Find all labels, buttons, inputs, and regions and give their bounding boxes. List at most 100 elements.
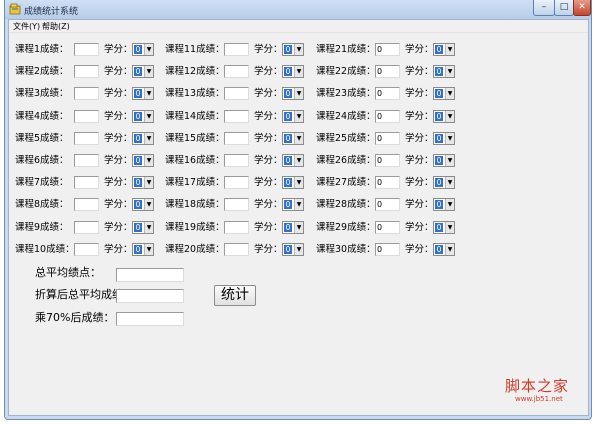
credit-select[interactable]: 0 ▼	[132, 87, 154, 100]
maximize-button[interactable]: □	[554, 0, 574, 16]
course-grade-input[interactable]	[224, 43, 249, 56]
credit-select[interactable]: 0 ▼	[132, 243, 154, 256]
chevron-down-icon[interactable]: ▼	[445, 155, 454, 166]
course-grade-input[interactable]	[74, 176, 99, 189]
minimize-button[interactable]: –	[533, 0, 555, 16]
credit-select[interactable]: 0 ▼	[282, 132, 304, 145]
converted-average-field[interactable]	[116, 289, 184, 303]
menu-file[interactable]: 文件(Y)	[13, 21, 40, 32]
chevron-down-icon[interactable]: ▼	[445, 199, 454, 210]
menu-help[interactable]: 帮助(Z)	[42, 21, 70, 32]
credit-select[interactable]: 0 ▼	[433, 87, 455, 100]
credit-select[interactable]: 0 ▼	[132, 221, 154, 234]
chevron-down-icon[interactable]: ▼	[445, 177, 454, 188]
credit-select[interactable]: 0 ▼	[282, 87, 304, 100]
chevron-down-icon[interactable]: ▼	[144, 44, 153, 55]
course-grade-input[interactable]	[224, 132, 249, 145]
credit-select[interactable]: 0 ▼	[282, 243, 304, 256]
chevron-down-icon[interactable]: ▼	[445, 111, 454, 122]
course-grade-input[interactable]: 0	[375, 176, 400, 189]
course-grade-input[interactable]	[74, 87, 99, 100]
chevron-down-icon[interactable]: ▼	[294, 244, 303, 255]
credit-select[interactable]: 0 ▼	[282, 65, 304, 78]
chevron-down-icon[interactable]: ▼	[445, 244, 454, 255]
chevron-down-icon[interactable]: ▼	[144, 177, 153, 188]
course-grade-input[interactable]	[74, 243, 99, 256]
chevron-down-icon[interactable]: ▼	[445, 133, 454, 144]
course-grade-input[interactable]	[224, 243, 249, 256]
course-grade-input[interactable]	[224, 176, 249, 189]
credit-select[interactable]: 0 ▼	[132, 154, 154, 167]
credit-select[interactable]: 0 ▼	[433, 221, 455, 234]
chevron-down-icon[interactable]: ▼	[144, 111, 153, 122]
course-grade-input[interactable]	[74, 43, 99, 56]
credit-select[interactable]: 0 ▼	[132, 198, 154, 211]
chevron-down-icon[interactable]: ▼	[294, 111, 303, 122]
course-grade-input[interactable]	[224, 221, 249, 234]
credit-select[interactable]: 0 ▼	[433, 65, 455, 78]
gpa-field[interactable]	[116, 268, 184, 282]
chevron-down-icon[interactable]: ▼	[144, 66, 153, 77]
course-grade-input[interactable]	[224, 110, 249, 123]
course-grade-input[interactable]	[74, 110, 99, 123]
chevron-down-icon[interactable]: ▼	[294, 44, 303, 55]
credit-select[interactable]: 0 ▼	[282, 110, 304, 123]
calculate-button[interactable]: 统计	[214, 285, 256, 306]
credit-select[interactable]: 0 ▼	[282, 43, 304, 56]
course-grade-input[interactable]	[74, 154, 99, 167]
chevron-down-icon[interactable]: ▼	[294, 199, 303, 210]
chevron-down-icon[interactable]: ▼	[445, 44, 454, 55]
course-grade-input[interactable]	[224, 65, 249, 78]
course-grade-input[interactable]	[224, 154, 249, 167]
course-grade-input[interactable]	[74, 221, 99, 234]
chevron-down-icon[interactable]: ▼	[294, 177, 303, 188]
course-grade-input[interactable]: 0	[375, 43, 400, 56]
chevron-down-icon[interactable]: ▼	[294, 155, 303, 166]
chevron-down-icon[interactable]: ▼	[144, 199, 153, 210]
course-grade-input[interactable]: 0	[375, 110, 400, 123]
chevron-down-icon[interactable]: ▼	[144, 133, 153, 144]
chevron-down-icon[interactable]: ▼	[294, 88, 303, 99]
course-grade-input[interactable]	[74, 132, 99, 145]
credit-select[interactable]: 0 ▼	[132, 132, 154, 145]
credit-select[interactable]: 0 ▼	[433, 132, 455, 145]
chevron-down-icon[interactable]: ▼	[294, 222, 303, 233]
credit-select[interactable]: 0 ▼	[282, 176, 304, 189]
credit-select[interactable]: 0 ▼	[433, 243, 455, 256]
credit-select[interactable]: 0 ▼	[132, 43, 154, 56]
course-grade-input[interactable]: 0	[375, 154, 400, 167]
credit-select[interactable]: 0 ▼	[433, 110, 455, 123]
credit-select[interactable]: 0 ▼	[282, 154, 304, 167]
times70-field[interactable]	[116, 312, 184, 326]
chevron-down-icon[interactable]: ▼	[144, 88, 153, 99]
course-grade-input[interactable]: 0	[375, 132, 400, 145]
chevron-down-icon[interactable]: ▼	[445, 222, 454, 233]
chevron-down-icon[interactable]: ▼	[294, 66, 303, 77]
credit-select[interactable]: 0 ▼	[282, 198, 304, 211]
credit-select[interactable]: 0 ▼	[433, 176, 455, 189]
course-grade-input[interactable]: 0	[375, 221, 400, 234]
course-grade-input[interactable]	[74, 65, 99, 78]
course-grade-input[interactable]: 0	[375, 198, 400, 211]
credit-select[interactable]: 0 ▼	[132, 176, 154, 189]
course-grade-input[interactable]	[224, 198, 249, 211]
credit-select[interactable]: 0 ▼	[282, 221, 304, 234]
chevron-down-icon[interactable]: ▼	[445, 66, 454, 77]
close-button[interactable]: ✕	[573, 0, 591, 16]
chevron-down-icon[interactable]: ▼	[144, 155, 153, 166]
course-grade-input[interactable]	[74, 198, 99, 211]
course-grade-input[interactable]: 0	[375, 243, 400, 256]
chevron-down-icon[interactable]: ▼	[445, 88, 454, 99]
credit-select[interactable]: 0 ▼	[433, 198, 455, 211]
course-grade-input[interactable]: 0	[375, 65, 400, 78]
course-grade-input[interactable]: 0	[375, 87, 400, 100]
title-bar[interactable]: 成绩统计系统 – □ ✕	[5, 0, 591, 19]
chevron-down-icon[interactable]: ▼	[294, 133, 303, 144]
course-grade-input[interactable]	[224, 87, 249, 100]
credit-select[interactable]: 0 ▼	[132, 65, 154, 78]
credit-select[interactable]: 0 ▼	[132, 110, 154, 123]
credit-select[interactable]: 0 ▼	[433, 154, 455, 167]
credit-select[interactable]: 0 ▼	[433, 43, 455, 56]
chevron-down-icon[interactable]: ▼	[144, 244, 153, 255]
chevron-down-icon[interactable]: ▼	[144, 222, 153, 233]
